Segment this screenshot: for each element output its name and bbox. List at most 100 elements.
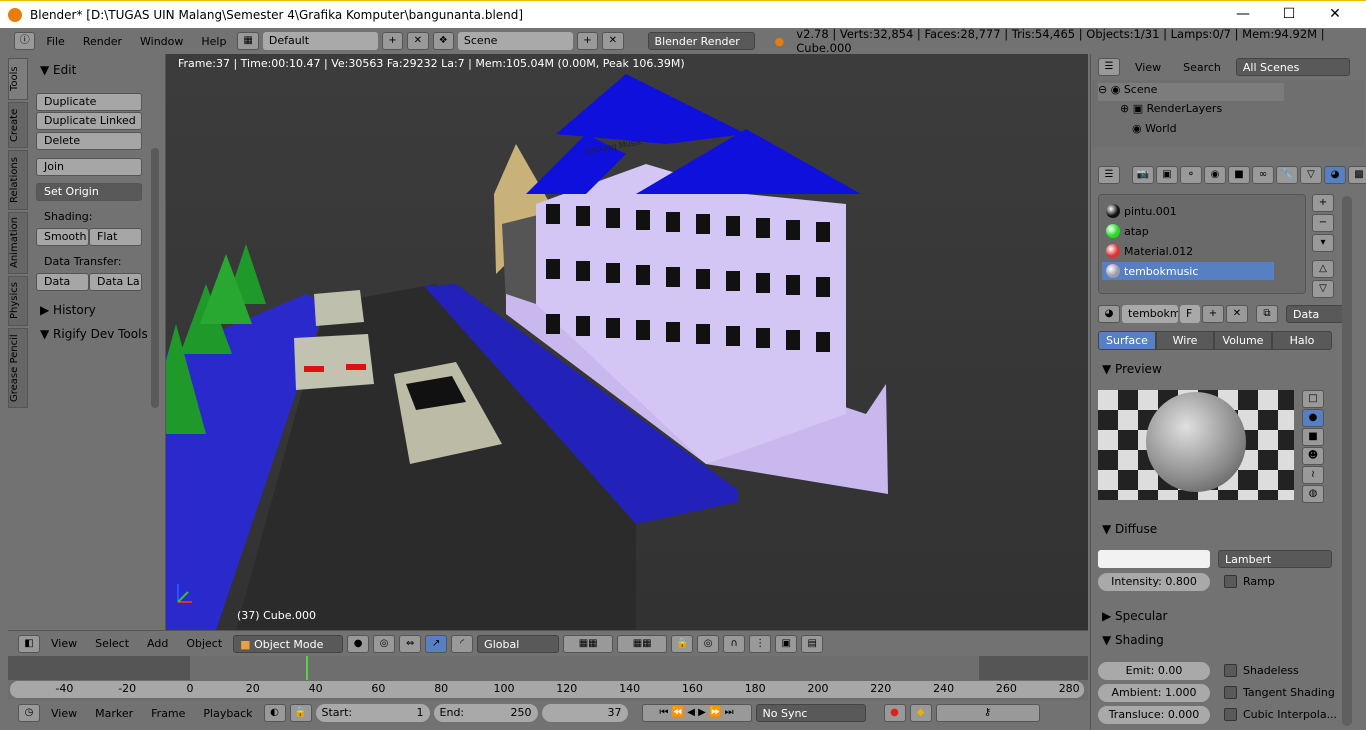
layout-icon[interactable]: ▦ — [237, 32, 259, 50]
tab-physics[interactable]: Physics — [8, 276, 28, 326]
menu-object[interactable]: Object — [179, 637, 229, 650]
menu-file[interactable]: File — [39, 35, 71, 48]
editor-type-icon[interactable]: ⓘ — [14, 32, 36, 50]
timeline-ruler[interactable] — [10, 681, 1084, 698]
menu-marker[interactable]: Marker — [88, 707, 140, 720]
start-frame-field[interactable]: Start: 1 — [315, 704, 430, 722]
material-slot[interactable]: pintu.001 — [1106, 204, 1177, 218]
layout-select[interactable]: Default — [262, 32, 378, 50]
tool-shelf-scrollbar[interactable] — [151, 148, 159, 408]
editor-type-icon[interactable]: ◧ — [18, 634, 40, 653]
link-icon[interactable]: ⧉ — [1256, 305, 1278, 323]
fake-user-button[interactable]: F — [1180, 305, 1200, 323]
render-layers-tab-icon[interactable]: ▣ — [1156, 166, 1178, 184]
texture-tab-icon[interactable]: ▩ — [1348, 166, 1366, 184]
preview-monkey-icon[interactable]: ☻ — [1302, 447, 1324, 465]
delete-scene-icon[interactable]: ✕ — [602, 32, 624, 50]
maximize-button[interactable]: ☐ — [1266, 1, 1312, 29]
flat-button[interactable]: Flat — [89, 228, 142, 246]
mode-select[interactable]: ■ Object Mode — [233, 634, 344, 653]
menu-view[interactable]: View — [44, 707, 84, 720]
add-slot-button[interactable]: + — [1312, 194, 1334, 212]
preview-panel-header[interactable]: ▼ Preview — [1102, 362, 1162, 376]
duplicate-button[interactable]: Duplicate — [36, 93, 142, 111]
tab-volume[interactable]: Volume — [1214, 331, 1272, 350]
tab-grease-pencil[interactable]: Grease Pencil — [8, 328, 28, 408]
outliner-row-renderlayers[interactable]: ⊕ ▣ RenderLayers — [1120, 102, 1222, 115]
outliner-type-icon[interactable]: ☰ — [1098, 58, 1120, 76]
set-origin-select[interactable]: Set Origin — [36, 183, 142, 201]
tab-relations[interactable]: Relations — [8, 150, 28, 210]
tab-surface[interactable]: Surface — [1098, 331, 1156, 350]
material-browse-icon[interactable]: ◕ — [1098, 305, 1120, 323]
snap-element-icon[interactable]: ⋮ — [749, 634, 772, 653]
menu-view[interactable]: View — [44, 637, 84, 650]
preview-hair-icon[interactable]: ≀ — [1302, 466, 1324, 484]
render-tab-icon[interactable]: 📷 — [1132, 166, 1154, 184]
playback-controls[interactable]: ⏮ ⏪ ◀ ▶ ⏩ ⏭ — [641, 704, 752, 722]
editor-type-icon[interactable]: ◷ — [18, 704, 40, 722]
menu-add[interactable]: Add — [140, 637, 175, 650]
menu-playback[interactable]: Playback — [196, 707, 259, 720]
outliner-row-world[interactable]: ◉ World — [1132, 122, 1177, 135]
render-engine-select[interactable]: Blender Render — [647, 32, 755, 50]
outliner-row-scene[interactable]: ⊖ ◉ Scene — [1098, 83, 1284, 101]
diffuse-shader-select[interactable]: Lambert — [1218, 550, 1332, 568]
remove-slot-button[interactable]: − — [1312, 214, 1334, 232]
duplicate-linked-button[interactable]: Duplicate Linked — [36, 112, 142, 130]
move-up-button[interactable]: △ — [1312, 260, 1334, 278]
menu-search[interactable]: Search — [1176, 61, 1228, 74]
tab-create[interactable]: Create — [8, 102, 28, 148]
history-panel-header[interactable]: ▶ History — [40, 303, 96, 317]
cubic-interpolation-checkbox[interactable] — [1224, 708, 1237, 721]
material-slot[interactable]: Material.012 — [1106, 244, 1193, 258]
scene-select[interactable]: Scene — [457, 32, 573, 50]
world-tab-icon[interactable]: ◉ — [1204, 166, 1226, 184]
orientation-select[interactable]: Global — [477, 634, 560, 653]
preview-sphere-icon[interactable]: ● — [1302, 409, 1324, 427]
rigify-panel-header[interactable]: ▼ Rigify Dev Tools — [40, 327, 148, 341]
modifiers-tab-icon[interactable]: 🔧 — [1276, 166, 1298, 184]
render-icon[interactable]: ▣ — [775, 634, 798, 653]
preview-plane-icon[interactable]: □ — [1302, 390, 1324, 408]
3d-viewport[interactable]: Gedung Musik — [166, 54, 1088, 630]
menu-help[interactable]: Help — [194, 35, 233, 48]
scene-tab-icon[interactable]: ⚬ — [1180, 166, 1202, 184]
close-button[interactable]: ✕ — [1312, 1, 1358, 29]
new-material-icon[interactable]: + — [1202, 305, 1224, 323]
layers-icon[interactable]: ▦▦ — [563, 634, 614, 653]
preview-sky-icon[interactable]: ◍ — [1302, 485, 1324, 503]
material-slot[interactable]: tembokmusic — [1106, 264, 1198, 278]
manipulator-icon[interactable]: ⇔ — [399, 634, 422, 653]
add-layout-icon[interactable]: + — [381, 32, 404, 50]
shadeless-checkbox[interactable] — [1224, 664, 1237, 677]
snap-icon[interactable]: ∩ — [723, 634, 746, 653]
keying-set-field[interactable]: ⚷ — [935, 704, 1040, 722]
sync-select[interactable]: No Sync — [755, 704, 866, 722]
delete-layout-icon[interactable]: ✕ — [407, 32, 429, 50]
menu-frame[interactable]: Frame — [144, 707, 192, 720]
tab-wire[interactable]: Wire — [1156, 331, 1214, 350]
menu-window[interactable]: Window — [133, 35, 190, 48]
keying-icon[interactable]: ◐ — [263, 704, 286, 722]
data-tab-icon[interactable]: ▽ — [1300, 166, 1322, 184]
transluce-field[interactable]: Transluce: 0.000 — [1098, 706, 1210, 724]
specular-panel-header[interactable]: ▶ Specular — [1102, 609, 1168, 623]
proportional-icon[interactable]: ◎ — [697, 634, 720, 653]
menu-select[interactable]: Select — [88, 637, 136, 650]
delete-button[interactable]: Delete — [36, 132, 142, 150]
outliner-filter-select[interactable]: All Scenes — [1235, 58, 1350, 76]
lock-icon[interactable]: 🔒 — [289, 704, 312, 722]
move-down-button[interactable]: ▽ — [1312, 280, 1334, 298]
tab-animation[interactable]: Animation — [8, 212, 28, 274]
data-layout-button[interactable]: Data La — [89, 273, 142, 291]
material-slot[interactable]: atap — [1106, 224, 1149, 238]
data-button[interactable]: Data — [36, 273, 89, 291]
material-name-field[interactable]: tembokm — [1122, 305, 1178, 323]
link-data-select[interactable]: Data — [1286, 305, 1348, 323]
shading-panel-header[interactable]: ▼ Shading — [1102, 633, 1164, 647]
properties-type-icon[interactable]: ☰ — [1098, 166, 1120, 184]
ramp-checkbox[interactable] — [1224, 575, 1237, 588]
edit-panel-header[interactable]: ▼ Edit — [40, 63, 76, 77]
layers2-icon[interactable]: ▦▦ — [617, 634, 668, 653]
